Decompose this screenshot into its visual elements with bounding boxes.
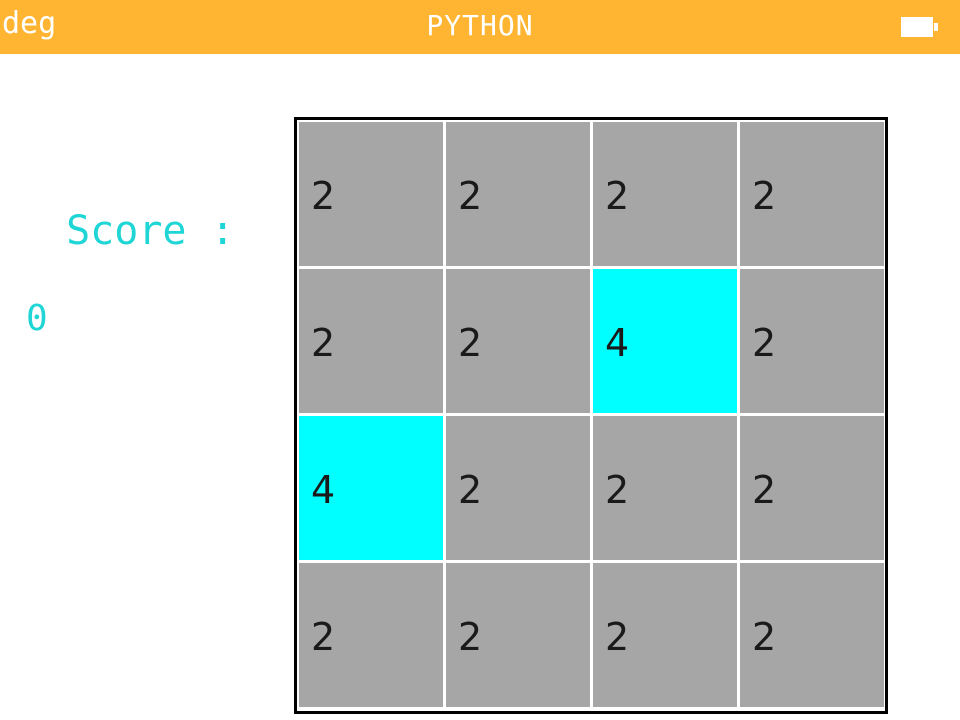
tile-value: 2 xyxy=(458,615,483,659)
tile-r2-c1: 2 xyxy=(446,416,590,560)
tile-r3-c2: 2 xyxy=(593,563,737,707)
tile-r2-c3: 2 xyxy=(740,416,884,560)
tile-value: 2 xyxy=(752,321,777,365)
tile-value: 2 xyxy=(311,321,336,365)
tile-value: 2 xyxy=(752,615,777,659)
tile-r1-c2: 4 xyxy=(593,269,737,413)
tile-value: 2 xyxy=(605,468,630,512)
tile-r3-c1: 2 xyxy=(446,563,590,707)
tile-r0-c0: 2 xyxy=(299,122,443,266)
tile-r1-c0: 2 xyxy=(299,269,443,413)
tile-value: 2 xyxy=(605,615,630,659)
score-value: 0 xyxy=(26,298,48,339)
tile-r1-c3: 2 xyxy=(740,269,884,413)
tile-value: 2 xyxy=(311,174,336,218)
tile-r1-c1: 2 xyxy=(446,269,590,413)
app-title: PYTHON xyxy=(426,9,534,42)
tile-value: 4 xyxy=(311,468,336,512)
tile-value: 2 xyxy=(311,615,336,659)
tile-r2-c0: 4 xyxy=(299,416,443,560)
tile-value: 2 xyxy=(458,174,483,218)
tile-r0-c1: 2 xyxy=(446,122,590,266)
status-bar: deg PYTHON xyxy=(0,0,960,54)
battery-full-icon xyxy=(901,17,938,37)
tile-r3-c0: 2 xyxy=(299,563,443,707)
tile-value: 2 xyxy=(458,468,483,512)
game-board: 2 2 2 2 2 2 4 2 4 2 2 2 2 2 2 2 xyxy=(294,117,888,714)
tile-value: 4 xyxy=(605,321,630,365)
score-label: Score : xyxy=(42,208,235,254)
tile-r0-c3: 2 xyxy=(740,122,884,266)
tile-grid: 2 2 2 2 2 2 4 2 4 2 2 2 2 2 2 2 xyxy=(297,120,885,711)
tile-value: 2 xyxy=(752,174,777,218)
tile-value: 2 xyxy=(752,468,777,512)
tile-value: 2 xyxy=(605,174,630,218)
tile-r0-c2: 2 xyxy=(593,122,737,266)
tile-r3-c3: 2 xyxy=(740,563,884,707)
tile-value: 2 xyxy=(458,321,483,365)
tile-r2-c2: 2 xyxy=(593,416,737,560)
